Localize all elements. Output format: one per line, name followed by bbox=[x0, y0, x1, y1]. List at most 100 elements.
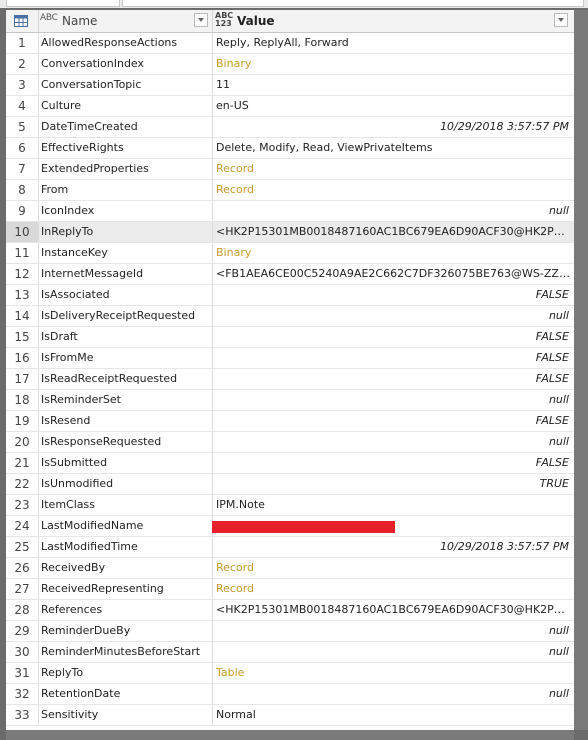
row-number[interactable]: 12 bbox=[6, 264, 39, 284]
row-number[interactable]: 19 bbox=[6, 411, 39, 431]
table-row[interactable]: 32 RetentionDate null bbox=[6, 684, 574, 705]
table-row[interactable]: 3 ConversationTopic 11 bbox=[6, 75, 574, 96]
row-number[interactable]: 32 bbox=[6, 684, 39, 704]
row-number[interactable]: 20 bbox=[6, 432, 39, 452]
name-cell[interactable]: References bbox=[41, 600, 211, 620]
row-number[interactable]: 6 bbox=[6, 138, 39, 158]
value-link[interactable]: Table bbox=[216, 663, 571, 683]
horizontal-scrollbar[interactable] bbox=[6, 730, 574, 740]
value-cell[interactable]: IPM.Note bbox=[216, 495, 571, 515]
row-number[interactable]: 3 bbox=[6, 75, 39, 95]
text-type-icon[interactable]: ABC bbox=[40, 14, 58, 23]
table-row[interactable]: 7 ExtendedProperties Record bbox=[6, 159, 574, 180]
value-cell[interactable]: FALSE bbox=[216, 285, 569, 305]
formula-box[interactable] bbox=[122, 0, 584, 7]
table-row[interactable]: 14 IsDeliveryReceiptRequested null bbox=[6, 306, 574, 327]
column-header-name[interactable]: ABC Name bbox=[38, 10, 213, 32]
table-row[interactable]: 13 IsAssociated FALSE bbox=[6, 285, 574, 306]
row-number[interactable]: 5 bbox=[6, 117, 39, 137]
name-cell[interactable]: LastModifiedName bbox=[41, 516, 211, 536]
table-row[interactable]: 19 IsResend FALSE bbox=[6, 411, 574, 432]
table-menu-button[interactable] bbox=[6, 10, 39, 32]
value-link[interactable]: Binary bbox=[216, 54, 571, 74]
table-row[interactable]: 25 LastModifiedTime 10/29/2018 3:57:57 PM bbox=[6, 537, 574, 558]
name-box[interactable] bbox=[6, 0, 120, 7]
name-cell[interactable]: InstanceKey bbox=[41, 243, 211, 263]
table-row[interactable]: 18 IsReminderSet null bbox=[6, 390, 574, 411]
name-cell[interactable]: Sensitivity bbox=[41, 705, 211, 725]
table-row[interactable]: 12 InternetMessageId <FB1AEA6CE00C5240A9AE… bbox=[6, 264, 574, 285]
name-cell[interactable]: ConversationTopic bbox=[41, 75, 211, 95]
value-cell[interactable]: null bbox=[216, 621, 569, 641]
value-link[interactable]: Record bbox=[216, 159, 571, 179]
value-cell[interactable]: Delete, Modify, Read, ViewPrivateItems bbox=[216, 138, 571, 158]
name-cell[interactable]: IsReminderSet bbox=[41, 390, 211, 410]
name-cell[interactable]: DateTimeCreated bbox=[41, 117, 211, 137]
row-number[interactable]: 33 bbox=[6, 705, 39, 725]
table-row[interactable]: 17 IsReadReceiptRequested FALSE bbox=[6, 369, 574, 390]
name-cell[interactable]: IsAssociated bbox=[41, 285, 211, 305]
table-row[interactable]: 20 IsResponseRequested null bbox=[6, 432, 574, 453]
name-cell[interactable]: AllowedResponseActions bbox=[41, 33, 211, 53]
value-cell[interactable]: FALSE bbox=[216, 348, 569, 368]
row-number[interactable]: 13 bbox=[6, 285, 39, 305]
name-cell[interactable]: ItemClass bbox=[41, 495, 211, 515]
table-row[interactable]: 33 Sensitivity Normal bbox=[6, 705, 574, 726]
column-header-value[interactable]: ABC 123 Value bbox=[213, 10, 574, 32]
row-number[interactable]: 14 bbox=[6, 306, 39, 326]
vertical-scrollbar[interactable] bbox=[574, 10, 588, 730]
filter-dropdown-icon[interactable] bbox=[194, 13, 208, 27]
row-number[interactable]: 8 bbox=[6, 180, 39, 200]
value-cell[interactable]: null bbox=[216, 432, 569, 452]
row-number[interactable]: 7 bbox=[6, 159, 39, 179]
table-row[interactable]: 26 ReceivedBy Record bbox=[6, 558, 574, 579]
row-number[interactable]: 30 bbox=[6, 642, 39, 662]
value-cell[interactable]: FALSE bbox=[216, 411, 569, 431]
value-cell[interactable]: <HK2P15301MB0018487160AC1BC679EA6D90ACF3… bbox=[216, 600, 571, 620]
name-cell[interactable]: Culture bbox=[41, 96, 211, 116]
value-cell[interactable]: null bbox=[216, 201, 569, 221]
name-cell[interactable]: IsResponseRequested bbox=[41, 432, 211, 452]
value-link[interactable]: Record bbox=[216, 579, 571, 599]
row-number[interactable]: 28 bbox=[6, 600, 39, 620]
name-cell[interactable]: IsSubmitted bbox=[41, 453, 211, 473]
row-number[interactable]: 31 bbox=[6, 663, 39, 683]
name-cell[interactable]: ConversationIndex bbox=[41, 54, 211, 74]
value-cell[interactable]: null bbox=[216, 306, 569, 326]
filter-dropdown-icon[interactable] bbox=[554, 13, 568, 27]
value-link[interactable]: Record bbox=[216, 180, 571, 200]
value-cell[interactable]: FALSE bbox=[216, 327, 569, 347]
name-cell[interactable]: ReceivedBy bbox=[41, 558, 211, 578]
row-number[interactable]: 10 bbox=[6, 222, 39, 242]
table-row[interactable]: 15 IsDraft FALSE bbox=[6, 327, 574, 348]
value-cell[interactable]: <FB1AEA6CE00C5240A9AE2C662C7DF326075BE76… bbox=[216, 264, 571, 284]
name-cell[interactable]: IsReadReceiptRequested bbox=[41, 369, 211, 389]
table-row[interactable]: 11 InstanceKey Binary bbox=[6, 243, 574, 264]
name-cell[interactable]: IsDraft bbox=[41, 327, 211, 347]
table-row[interactable]: 6 EffectiveRights Delete, Modify, Read, Vi… bbox=[6, 138, 574, 159]
name-cell[interactable]: IconIndex bbox=[41, 201, 211, 221]
value-cell[interactable]: <HK2P15301MB0018487160AC1BC679EA6D90ACF3… bbox=[216, 222, 571, 242]
table-row[interactable]: 4 Culture en-US bbox=[6, 96, 574, 117]
table-row[interactable]: 1 AllowedResponseActions Reply, ReplyAll, … bbox=[6, 33, 574, 54]
row-number[interactable]: 23 bbox=[6, 495, 39, 515]
name-cell[interactable]: ExtendedProperties bbox=[41, 159, 211, 179]
value-cell[interactable]: null bbox=[216, 642, 569, 662]
table-row[interactable]: 30 ReminderMinutesBeforeStart null bbox=[6, 642, 574, 663]
table-row[interactable]: 2 ConversationIndex Binary bbox=[6, 54, 574, 75]
value-cell[interactable]: null bbox=[216, 684, 569, 704]
row-number[interactable]: 25 bbox=[6, 537, 39, 557]
row-number[interactable]: 1 bbox=[6, 33, 39, 53]
name-cell[interactable]: ReminderMinutesBeforeStart bbox=[41, 642, 211, 662]
table-row[interactable]: 9 IconIndex null bbox=[6, 201, 574, 222]
value-cell[interactable]: FALSE bbox=[216, 369, 569, 389]
table-row[interactable]: 31 ReplyTo Table bbox=[6, 663, 574, 684]
row-number[interactable]: 21 bbox=[6, 453, 39, 473]
name-cell[interactable]: RetentionDate bbox=[41, 684, 211, 704]
row-number[interactable]: 11 bbox=[6, 243, 39, 263]
value-cell[interactable]: TRUE bbox=[216, 474, 569, 494]
table-row[interactable]: 21 IsSubmitted FALSE bbox=[6, 453, 574, 474]
value-cell[interactable]: FALSE bbox=[216, 453, 569, 473]
table-row[interactable]: 28 References <HK2P15301MB0018487160AC1BC6… bbox=[6, 600, 574, 621]
value-cell[interactable]: Reply, ReplyAll, Forward bbox=[216, 33, 571, 53]
